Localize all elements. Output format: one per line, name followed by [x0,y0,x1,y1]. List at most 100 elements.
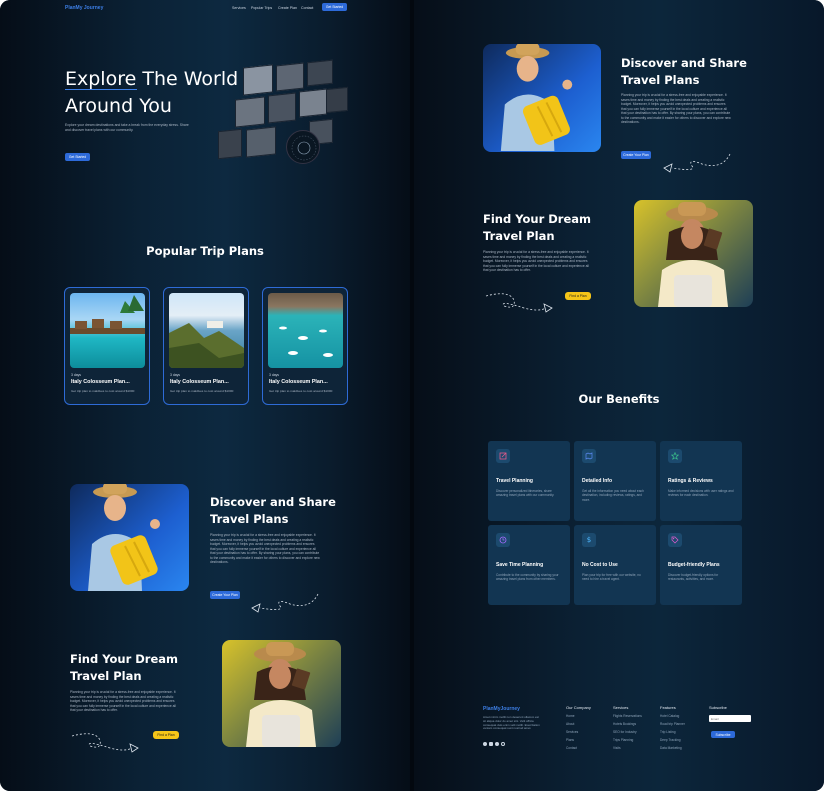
share-text: Planning your trip is crucial for a stre… [621,93,731,124]
dream-text: Planning your trip is crucial for a stre… [70,690,176,712]
clock-icon [496,533,510,547]
footer-subscribe: Subscribe Subscribe [709,705,751,738]
footer-link[interactable]: Visits [613,744,642,752]
social-links [483,742,505,746]
footer-link[interactable]: SEO for Industry [613,728,642,736]
star-icon [668,449,682,463]
subscribe-button[interactable]: Subscribe [711,731,735,738]
find-plan-button[interactable]: Find a Plan [153,731,179,739]
benefit-title: Budget-friendly Plans [668,562,720,568]
brand-logo[interactable]: PlanMy Journey [65,5,103,11]
trip-days: 3 days [170,373,180,377]
footer-link[interactable]: Trip Listing [660,728,685,736]
trip-card[interactable]: 3 days Italy Colosseum Plan... Get trip … [262,287,348,405]
footer-link[interactable]: Services [566,728,591,736]
trip-card[interactable]: 3 days Italy Colosseum Plan... Get trip … [163,287,249,405]
subscribe-heading: Subscribe [709,705,727,710]
hero-get-started-button[interactable]: Get Started [65,153,90,161]
hero-title-underline [65,89,137,90]
benefit-desc: Get all the information you need about e… [582,489,644,502]
dream-heading-line1: Find Your Dream [483,212,592,226]
linkedin-icon[interactable] [489,742,493,746]
footer-link[interactable]: Contact [566,744,591,752]
hero-photo-collage [208,58,353,168]
benefit-card: Travel Planning Discover personalized it… [488,441,570,521]
share-heading-line2: Travel Plans [621,73,700,87]
dream-text: Planning your trip is crucial for a stre… [483,250,589,272]
trip-desc: Get trip plan to maldives to cost around… [71,389,135,393]
edit-icon [496,449,510,463]
traveler-photo-suitcase [70,484,189,591]
footer-link[interactable]: Hotel Catalog [660,712,685,720]
explore-badge [286,130,320,164]
trip-desc: Get trip plan to maldives to cost around… [269,389,333,393]
benefit-title: Save Time Planning [496,562,544,568]
footer-link[interactable]: About [566,720,591,728]
trip-image-bay [268,293,343,368]
benefit-title: Travel Planning [496,478,533,484]
dollar-icon: $ [582,533,596,547]
nav-get-started-button[interactable]: Get Started [322,3,347,11]
footer-column-services: Services Flights Reservations Hotels Boo… [613,705,642,752]
trip-card[interactable]: 3 days Italy Colosseum Plan... Get trip … [64,287,150,405]
trip-image-coast [169,293,244,368]
dream-heading-line2: Travel Plan [70,669,142,683]
subscribe-email-input[interactable] [709,715,751,722]
hero-title-line2: Around You [65,95,172,117]
trip-title: Italy Colosseum Plan... [269,379,328,385]
dashed-arrow-decoration [71,733,139,753]
dashed-arrow-decoration [663,153,731,173]
benefit-desc: Discover budget-friendly options for res… [668,573,719,582]
benefit-card: Ratings & Reviews Make informed decision… [660,441,742,521]
create-plan-button[interactable]: Create Your Plan [210,591,240,599]
benefit-desc: Make informed decisions with user rating… [668,489,734,498]
nav-link-contact[interactable]: Contact [301,6,313,10]
nav-link-create-plan[interactable]: Create Plan [278,6,297,10]
footer-column-heading: Our Company [566,705,591,710]
share-heading-line1: Discover and Share [621,56,747,70]
find-plan-button[interactable]: Find a Plan [565,292,591,300]
share-text: Planning your trip is crucial for a stre… [210,533,320,564]
benefit-card: Detailed Info Get all the information yo… [574,441,656,521]
footer-link[interactable]: Road trip Planner [660,720,685,728]
footer-about: Amet minim mollit non deserunt ullamco e… [483,715,540,731]
benefit-desc: Discover personalized itineraries, share… [496,489,555,498]
footer-link[interactable]: Trips Planning [613,736,642,744]
create-plan-button[interactable]: Create Your Plan [621,151,651,159]
landing-page-right: Discover and Share Travel Plans Planning… [414,0,824,791]
popular-heading: Popular Trip Plans [146,244,264,258]
footer-link[interactable]: Data Marketing [660,744,685,752]
benefit-title: Ratings & Reviews [668,478,713,484]
nav-link-services[interactable]: Services [232,6,246,10]
footer-column-heading: Features [660,705,676,710]
trip-days: 3 days [71,373,81,377]
facebook-icon[interactable] [483,742,487,746]
nav-link-popular-trips[interactable]: Popular Trips [251,6,272,10]
tag-icon [668,533,682,547]
traveler-photo-passport [634,200,753,307]
dashed-arrow-decoration [251,593,319,613]
footer-link[interactable]: Deep Tracking [660,736,685,744]
trip-title: Italy Colosseum Plan... [170,379,229,385]
footer-link[interactable]: Plans [566,736,591,744]
benefit-title: No Cost to Use [582,562,618,568]
twitter-icon[interactable] [495,742,499,746]
footer-column-heading: Services [613,705,629,710]
traveler-photo-passport [222,640,341,747]
footer-column-features: Features Hotel Catalog Road trip Planner… [660,705,685,752]
benefit-card: Budget-friendly Plans Discover budget-fr… [660,525,742,605]
footer-column-company: Our Company Home About Services Plans Co… [566,705,591,752]
screenshot-frame: PlanMy Journey Services Popular Trips Cr… [0,0,824,791]
share-heading-line2: Travel Plans [210,512,289,526]
footer-link[interactable]: Hotels Bookings [613,720,642,728]
hero-subtitle: Explore your dream destinations and take… [65,123,189,132]
map-icon [582,449,596,463]
dream-heading-line1: Find Your Dream [70,652,179,666]
footer-link[interactable]: Flights Reservations [613,712,642,720]
footer-brand[interactable]: PlanMyJourney [483,706,520,712]
instagram-icon[interactable] [501,742,505,746]
footer-link[interactable]: Home [566,712,591,720]
benefit-title: Detailed Info [582,478,613,484]
traveler-photo-suitcase [483,44,601,152]
benefit-card: Save Time Planning Contribute to the com… [488,525,570,605]
